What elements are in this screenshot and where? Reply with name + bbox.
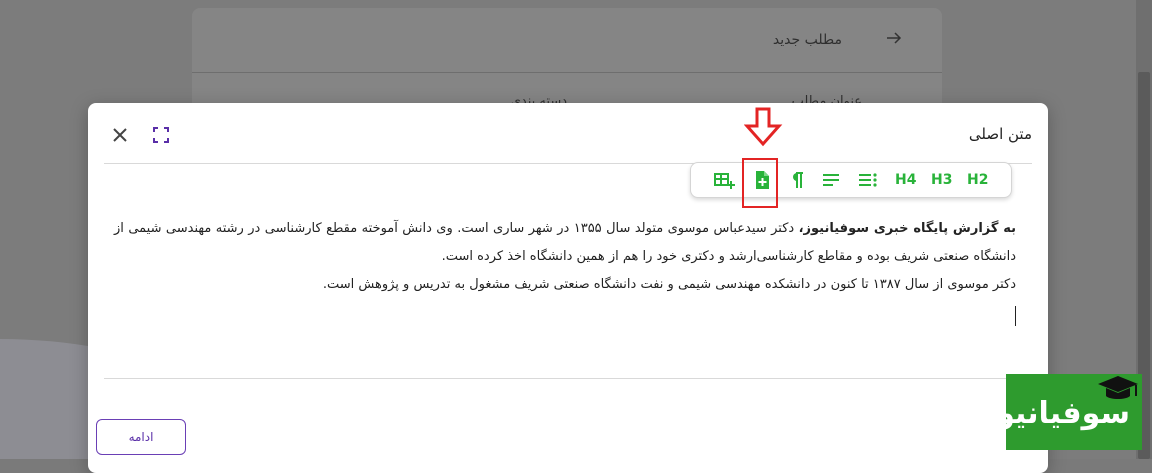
h3-button[interactable]: H3 xyxy=(931,169,952,191)
h2-button[interactable]: H2 xyxy=(967,169,988,191)
continue-button[interactable]: ادامه xyxy=(96,419,186,455)
close-icon[interactable] xyxy=(110,125,130,145)
arrow-right-icon[interactable] xyxy=(886,30,902,46)
editor-toolbar: H4 H3 H2 xyxy=(690,162,1012,198)
editor-modal: متن اصلی H4 H3 H2 به گزارش پایگاه خبری س… xyxy=(88,103,1048,473)
red-down-arrow-icon xyxy=(744,107,783,147)
modal-header: متن اصلی xyxy=(104,103,1032,164)
paragraph-button[interactable] xyxy=(789,169,805,191)
bulleted-list-button[interactable] xyxy=(857,169,879,191)
align-button[interactable] xyxy=(821,169,841,191)
text-caret xyxy=(1015,306,1016,326)
insert-table-button[interactable] xyxy=(713,169,735,191)
list-icon xyxy=(859,173,877,187)
lead-text: به گزارش پایگاه خبری سوفیانیوز، xyxy=(798,221,1017,236)
table-plus-icon xyxy=(714,173,735,189)
paragraph-2: دکتر موسوی از سال ۱۳۸۷ تا کنون در دانشکد… xyxy=(322,277,1016,292)
align-icon xyxy=(823,174,839,186)
highlight-box xyxy=(742,158,778,208)
modal-title: متن اصلی xyxy=(968,125,1032,143)
logo-text: سوفیانیوز xyxy=(978,396,1131,431)
background-card-title: مطلب جدید xyxy=(772,32,842,48)
background-card-header: مطلب جدید xyxy=(192,8,942,73)
footer-divider xyxy=(104,378,1032,379)
sofianews-logo: سوفیانیوز xyxy=(979,374,1142,450)
editor-content[interactable]: به گزارش پایگاه خبری سوفیانیوز، دکتر سید… xyxy=(114,215,1016,299)
h4-button[interactable]: H4 xyxy=(895,169,916,191)
fullscreen-icon[interactable] xyxy=(152,126,170,144)
paragraph-1: به گزارش پایگاه خبری سوفیانیوز، دکتر سید… xyxy=(114,215,1016,271)
pilcrow-icon xyxy=(793,172,803,188)
